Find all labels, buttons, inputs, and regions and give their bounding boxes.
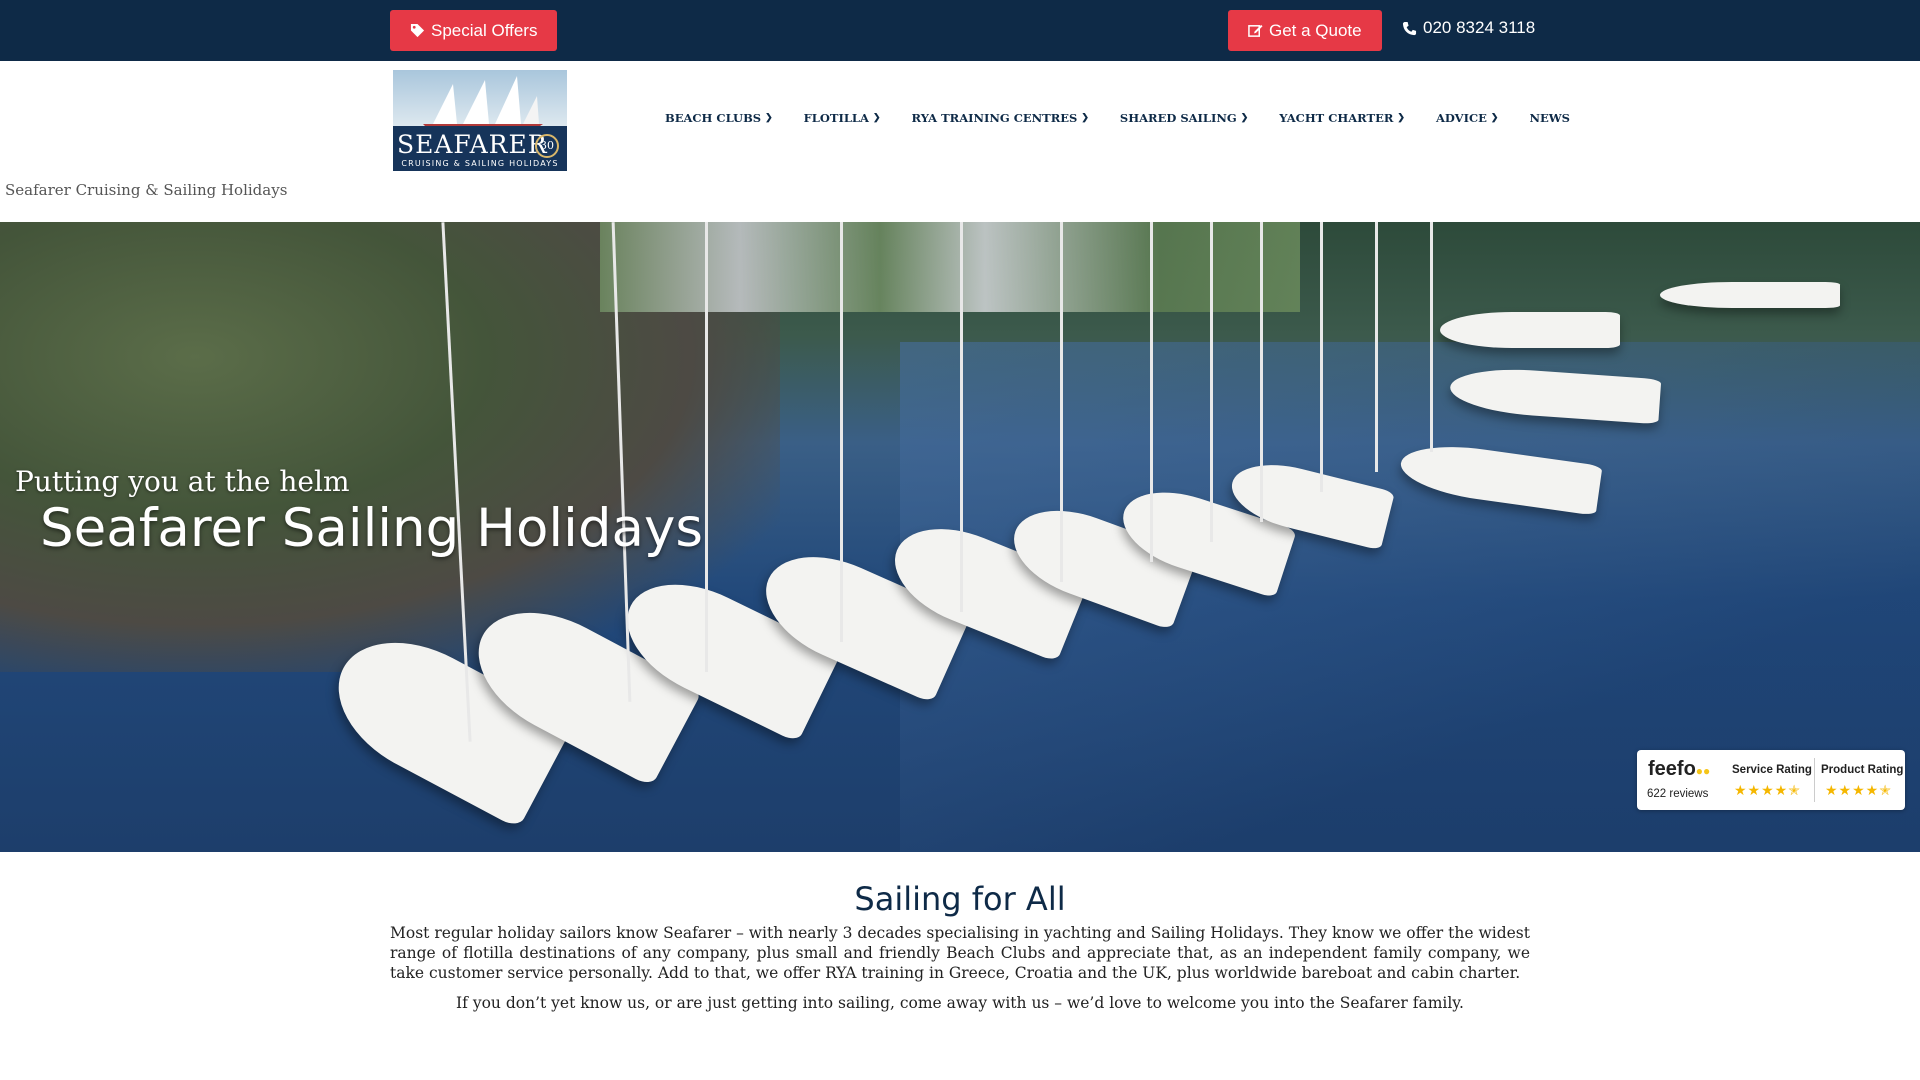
edit-icon (1248, 24, 1263, 37)
feefo-logo: feefo●● (1648, 758, 1710, 781)
service-rating-label: Service Rating (1732, 764, 1812, 776)
yacht-image (1440, 312, 1620, 348)
chevron-down-icon: ❯ (872, 113, 881, 123)
nav-label: BEACH CLUBS (665, 111, 762, 125)
mast (960, 222, 963, 612)
service-rating-stars: ★★★★✭ (1734, 782, 1801, 798)
mast (1430, 222, 1433, 452)
hero-title: Seafarer Sailing Holidays (40, 498, 703, 559)
mast (705, 222, 708, 672)
mast (1150, 222, 1153, 562)
nav-flotilla[interactable]: FLOTILLA ❯ (804, 111, 881, 125)
logo-30-badge: 30 (535, 134, 559, 158)
phone-icon (1402, 21, 1417, 35)
nav-label: NEWS (1529, 111, 1570, 125)
chevron-down-icon: ❯ (1397, 113, 1405, 123)
nav-advice[interactable]: ADVICE ❯ (1436, 111, 1498, 125)
logo-subtitle: CRUISING & SAILING HOLIDAYS (401, 159, 559, 168)
nav-yacht-charter[interactable]: YACHT CHARTER ❯ (1279, 111, 1405, 125)
feefo-review-count: 622 reviews (1647, 788, 1709, 800)
feefo-eyes-icon: ●● (1695, 764, 1711, 778)
nav-news[interactable]: NEWS (1529, 111, 1570, 125)
nav-label: RYA TRAINING CENTRES (911, 111, 1078, 125)
feefo-divider (1814, 758, 1815, 802)
feefo-logo-text: feefo (1648, 758, 1696, 780)
mast (1210, 222, 1213, 542)
chevron-down-icon: ❯ (765, 113, 773, 123)
section-title: Sailing for All (854, 880, 1066, 918)
mast (1060, 222, 1063, 582)
nav-label: SHARED SAILING (1119, 111, 1237, 125)
mast (1260, 222, 1263, 522)
yacht-image (1660, 282, 1840, 308)
intro-paragraph: Most regular holiday sailors know Seafar… (390, 924, 1530, 982)
mast (1320, 222, 1323, 492)
nav-rya-training[interactable]: RYA TRAINING CENTRES ❯ (912, 111, 1089, 125)
logo-name: SEAFARER (397, 130, 548, 159)
get-quote-button[interactable]: Get a Quote (1228, 10, 1382, 51)
nav-label: ADVICE (1435, 111, 1487, 125)
site-tagline: Seafarer Cruising & Sailing Holidays (5, 181, 288, 199)
mast (840, 222, 843, 642)
chevron-down-icon: ❯ (1240, 113, 1249, 123)
product-rating-label: Product Rating (1821, 764, 1904, 776)
site-header: SEAFARER 30 CRUISING & SAILING HOLIDAYS … (0, 61, 1920, 222)
get-quote-label: Get a Quote (1269, 20, 1362, 40)
product-rating-stars: ★★★★✭ (1825, 782, 1892, 798)
welcome-paragraph: If you don’t yet know us, or are just ge… (456, 994, 1464, 1012)
sails-icon (423, 76, 543, 128)
hero-subtitle: Putting you at the helm (15, 465, 350, 498)
nav-shared-sailing[interactable]: SHARED SAILING ❯ (1120, 111, 1248, 125)
tag-icon (410, 23, 425, 38)
hero-banner: Putting you at the helm Seafarer Sailing… (0, 222, 1920, 852)
feefo-rating-badge[interactable]: feefo●● 622 reviews Service Rating ★★★★✭… (1637, 750, 1905, 810)
main-nav: BEACH CLUBS ❯ FLOTILLA ❯ RYA TRAINING CE… (665, 111, 1570, 125)
nav-label: YACHT CHARTER (1279, 111, 1394, 125)
phone-number: 020 8324 3118 (1423, 18, 1536, 37)
top-bar: Special Offers Get a Quote 020 8324 3118 (0, 0, 1920, 61)
nav-label: FLOTILLA (803, 111, 869, 125)
phone-link[interactable]: 020 8324 3118 (1402, 18, 1535, 38)
nav-beach-clubs[interactable]: BEACH CLUBS ❯ (665, 111, 773, 125)
mast (1375, 222, 1378, 472)
chevron-down-icon: ❯ (1490, 113, 1499, 123)
special-offers-label: Special Offers (431, 20, 538, 40)
special-offers-button[interactable]: Special Offers (390, 10, 558, 51)
chevron-down-icon: ❯ (1081, 113, 1089, 123)
seafarer-logo[interactable]: SEAFARER 30 CRUISING & SAILING HOLIDAYS (393, 70, 567, 171)
